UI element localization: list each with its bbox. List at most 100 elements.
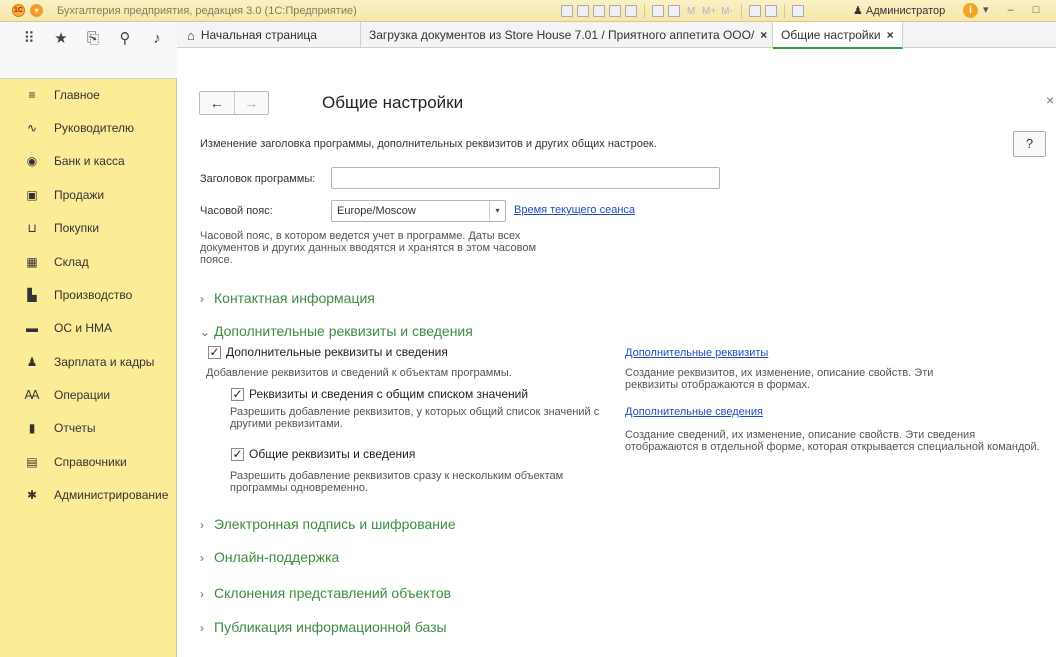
link-icon[interactable] <box>625 5 637 17</box>
home-icon: ⌂ <box>187 27 195 43</box>
sidebar-item-payroll[interactable]: ♟ Зарплата и кадры <box>0 351 177 373</box>
additional-info-link[interactable]: Дополнительные сведения <box>625 406 763 418</box>
program-title-label: Заголовок программы: <box>200 173 316 185</box>
sidebar-item-label: Продажи <box>54 188 105 202</box>
book-icon: ▤ <box>26 455 38 469</box>
checkbox-label: Дополнительные реквизиты и сведения <box>226 345 448 359</box>
window-icon[interactable] <box>765 5 777 17</box>
memory-button[interactable]: M <box>684 6 698 17</box>
forward-arrow-icon[interactable]: → <box>235 92 269 114</box>
common-attributes-checkbox[interactable]: ✓ Общие реквизиты и сведения <box>231 447 415 461</box>
send-icon[interactable] <box>609 5 621 17</box>
open-tabs-bar: ⌂ Начальная страница Загрузка документов… <box>177 22 1056 49</box>
timezone-select[interactable]: Europe/Moscow ▾ <box>331 200 506 222</box>
sidebar-item-administration[interactable]: ✱ Администрирование <box>0 484 177 506</box>
sidebar-item-label: ОС и НМА <box>54 321 113 335</box>
group-online-support[interactable]: › Онлайн-поддержка <box>200 549 339 565</box>
additional-info-description: Создание сведений, их изменение, описани… <box>625 429 1040 453</box>
app-title: Бухгалтерия предприятия, редакция 3.0 (1… <box>57 4 357 17</box>
sidebar-item-production[interactable]: ▙ Производство <box>0 284 177 306</box>
history-icon[interactable]: ⎘ <box>86 31 100 47</box>
group-database-publication[interactable]: › Публикация информационной базы <box>200 619 447 635</box>
tab-general-settings[interactable]: Общие настройки × <box>773 22 903 49</box>
window-controls[interactable]: ▾ – □ × <box>983 3 1056 16</box>
tab-document-import[interactable]: Загрузка документов из Store House 7.01 … <box>361 22 773 48</box>
sidebar-item-manager[interactable]: ∿ Руководителю <box>0 117 177 139</box>
checkmark-icon: ✓ <box>208 344 221 359</box>
chevron-right-icon: › <box>200 621 204 635</box>
memory-plus-button[interactable]: M+ <box>702 6 716 17</box>
search-icon[interactable]: ⚲ <box>118 31 132 47</box>
chevron-right-icon: › <box>200 551 204 565</box>
group-additional-attributes[interactable]: ⌄ Дополнительные реквизиты и сведения <box>200 323 473 339</box>
window-title-bar: 1С ▾ Бухгалтерия предприятия, редакция 3… <box>0 0 1056 22</box>
sidebar-item-operations[interactable]: Ꜳ Операции <box>0 384 177 406</box>
group-label: Склонения представлений объектов <box>214 585 452 601</box>
save-icon[interactable] <box>561 5 573 17</box>
group-label: Онлайн-поддержка <box>214 549 340 565</box>
tab-close-icon[interactable]: × <box>887 28 894 42</box>
calendar-icon[interactable] <box>668 5 680 17</box>
info-icon[interactable]: i <box>963 3 978 18</box>
timezone-value: Europe/Moscow <box>337 205 416 217</box>
1c-logo-icon[interactable]: 1С <box>12 4 25 17</box>
preview-icon[interactable] <box>593 5 605 17</box>
session-time-link[interactable]: Время текущего сеанса <box>514 204 635 216</box>
titlebar-toolbar: M M+ M- <box>561 4 804 18</box>
tab-close-icon[interactable]: × <box>760 28 767 42</box>
chevron-right-icon: › <box>200 292 204 306</box>
tab-home[interactable]: ⌂ Начальная страница <box>177 22 361 48</box>
chevron-down-icon[interactable]: ▾ <box>489 201 505 221</box>
group-label: Публикация информационной базы <box>214 619 447 635</box>
sections-sidebar: ≡ Главное ∿ Руководителю ◉ Банк и касса … <box>0 79 177 657</box>
print-icon[interactable] <box>577 5 589 17</box>
sidebar-item-bank[interactable]: ◉ Банк и касса <box>0 150 177 172</box>
person-icon: ♟ <box>26 355 38 369</box>
timezone-note: Часовой пояс, в котором ведется учет в п… <box>200 230 537 266</box>
sidebar-item-label: Покупки <box>54 221 100 235</box>
common-list-checkbox[interactable]: ✓ Реквизиты и сведения с общим списком з… <box>231 387 528 401</box>
common-list-note: Разрешить добавление реквизитов, у котор… <box>230 406 600 430</box>
factory-icon: ▙ <box>27 288 37 302</box>
sidebar-item-reports[interactable]: ▮ Отчеты <box>0 417 177 439</box>
back-arrow-icon[interactable]: ← <box>200 92 235 114</box>
chevron-right-icon: › <box>200 518 204 532</box>
sidebar-item-label: Зарплата и кадры <box>54 355 155 369</box>
sidebar-item-purchases[interactable]: ⊔ Покупки <box>0 217 177 239</box>
tab-label: Общие настройки <box>781 27 881 42</box>
help-button[interactable]: ? <box>1013 131 1046 157</box>
truck-icon: ▬ <box>26 321 38 335</box>
sidebar-item-catalogs[interactable]: ▤ Справочники <box>0 451 177 473</box>
main-menu-dropdown-icon[interactable]: ▾ <box>30 4 43 17</box>
sidebar-item-main[interactable]: ≡ Главное <box>0 84 177 106</box>
group-digital-signature[interactable]: › Электронная подпись и шифрование <box>200 516 456 532</box>
apps-grid-icon[interactable]: ⠿ <box>22 31 36 47</box>
tools-icon[interactable] <box>792 5 804 17</box>
form-description: Изменение заголовка программы, дополните… <box>200 138 657 150</box>
group-contact-info[interactable]: › Контактная информация <box>200 290 375 306</box>
sidebar-item-sales[interactable]: ▣ Продажи <box>0 184 177 206</box>
sidebar-item-warehouse[interactable]: ▦ Склад <box>0 251 177 273</box>
close-form-icon[interactable]: × <box>1046 92 1054 108</box>
group-label: Контактная информация <box>214 290 375 306</box>
additional-attributes-link[interactable]: Дополнительные реквизиты <box>625 347 768 359</box>
sidebar-item-label: Банк и касса <box>54 154 125 168</box>
group-object-declension[interactable]: › Склонения представлений объектов <box>200 585 451 601</box>
notifications-bell-icon[interactable]: ♪ <box>150 31 164 47</box>
user-name: Администратор <box>865 5 946 17</box>
sidebar-item-fixed-assets[interactable]: ▬ ОС и НМА <box>0 317 177 339</box>
tab-label: Начальная страница <box>200 28 317 42</box>
cart-icon: ⊔ <box>27 221 37 235</box>
toolbar-separator <box>644 4 645 18</box>
bar-chart-icon: ▮ <box>28 421 36 435</box>
zoom-icon[interactable] <box>749 5 761 17</box>
favorites-star-icon[interactable]: ★ <box>54 31 68 47</box>
sidebar-item-label: Справочники <box>54 455 127 469</box>
program-title-input[interactable] <box>331 167 720 189</box>
calculator-icon[interactable] <box>652 5 664 17</box>
additional-attributes-checkbox[interactable]: ✓ Дополнительные реквизиты и сведения <box>208 345 448 359</box>
current-user[interactable]: ♟ Администратор <box>853 4 945 17</box>
toolbar-separator <box>784 4 785 18</box>
shopping-bag-icon: ▣ <box>26 188 38 202</box>
memory-minus-button[interactable]: M- <box>720 6 734 17</box>
